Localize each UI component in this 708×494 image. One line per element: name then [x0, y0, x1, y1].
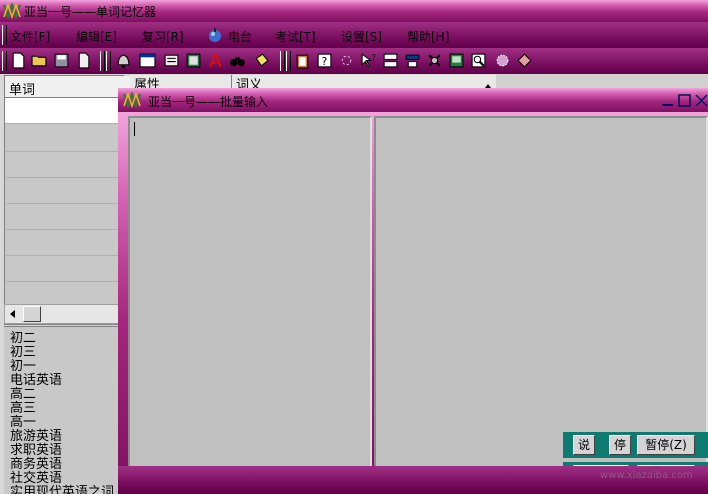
toolbar-grip-3 — [106, 51, 111, 71]
batch-output-pane[interactable] — [374, 116, 708, 468]
radio-icon — [207, 27, 223, 43]
wand-icon[interactable] — [337, 51, 356, 70]
monitor-icon[interactable] — [447, 51, 466, 70]
table-row[interactable] — [6, 126, 122, 152]
menu-radio[interactable]: 电台 — [228, 28, 252, 45]
list-item[interactable]: 求职英语 — [10, 444, 62, 458]
batch-input-dialog: 亚当一号——批量输入 说 停 暂停(Z) 输入 保存 — [118, 88, 708, 494]
watermark: www.xiazaiba.com — [600, 470, 693, 481]
scroll-left-arrow-icon[interactable] — [7, 308, 19, 320]
svg-text:?: ? — [322, 55, 328, 68]
speak-button[interactable]: 说 — [573, 435, 595, 455]
close-icon[interactable] — [695, 94, 708, 107]
scroll-thumb[interactable] — [23, 306, 41, 322]
category-list: 初二 初三 初一 电话英语 高二 高三 高一 旅游英语 求职英语 商务英语 社交… — [4, 326, 124, 494]
table-row[interactable] — [6, 178, 122, 204]
book-icon[interactable] — [515, 51, 534, 70]
edit-icon[interactable] — [184, 51, 203, 70]
menu-help[interactable]: 帮助[H] — [407, 28, 449, 45]
gear-icon[interactable] — [493, 51, 512, 70]
list-item[interactable]: 实用现代英语之词 — [10, 486, 114, 494]
table-row[interactable] — [6, 152, 122, 178]
table-row[interactable] — [6, 256, 122, 282]
binoculars-icon[interactable] — [228, 51, 247, 70]
dialog-title: 亚当一号——批量输入 — [148, 95, 269, 109]
save-icon[interactable] — [52, 51, 71, 70]
button-group-playback: 说 停 暂停(Z) — [563, 432, 708, 458]
app-title: 亚当一号——单词记忆器 — [24, 5, 157, 19]
column-header-attribute[interactable]: 属性 — [130, 75, 232, 89]
column-header-meaning[interactable]: 词义 — [232, 75, 496, 89]
font-a-icon[interactable] — [206, 51, 225, 70]
blank-page-icon[interactable] — [74, 51, 93, 70]
svg-text:?: ? — [372, 54, 377, 64]
list-item[interactable]: 初二 — [10, 332, 36, 346]
list-item[interactable]: 高二 — [10, 388, 36, 402]
column-header-word[interactable]: 单词 — [5, 76, 131, 98]
help-icon[interactable]: ? — [315, 51, 334, 70]
list-item[interactable]: 商务英语 — [10, 458, 62, 472]
list-item[interactable]: 初一 — [10, 360, 36, 374]
open-folder-icon[interactable] — [30, 51, 49, 70]
list-item[interactable]: 旅游英语 — [10, 430, 62, 444]
maximize-icon[interactable] — [678, 94, 691, 107]
tools-icon[interactable] — [403, 51, 422, 70]
list-icon[interactable] — [381, 51, 400, 70]
title-bar: 亚当一号——单词记忆器 — [0, 0, 708, 22]
bell-icon[interactable] — [114, 51, 133, 70]
menu-bar: 文件[F] 编辑[E] 复习[R] 电台 考试[T] 设置[S] 帮助[H] — [0, 22, 708, 48]
pause-button[interactable]: 暂停(Z) — [637, 435, 695, 455]
new-file-icon[interactable] — [9, 51, 28, 70]
pointer-help-icon[interactable]: ? — [359, 51, 378, 70]
paste-icon[interactable] — [293, 51, 312, 70]
list-item[interactable]: 高一 — [10, 416, 36, 430]
dialog-title-bar[interactable]: 亚当一号——批量输入 — [118, 88, 708, 112]
right-panel-strip — [496, 75, 708, 89]
minimize-icon[interactable] — [661, 94, 674, 107]
toolbar-grip — [2, 51, 7, 71]
menu-edit[interactable]: 编辑[E] — [76, 28, 117, 45]
list-item[interactable]: 初三 — [10, 346, 36, 360]
menu-review[interactable]: 复习[R] — [142, 28, 184, 45]
scroll-up-arrow-icon[interactable] — [484, 79, 492, 88]
toolbar: ? ? — [0, 48, 708, 74]
stop-button[interactable]: 停 — [609, 435, 631, 455]
menu-grip — [2, 25, 7, 45]
batch-input-textarea[interactable] — [128, 116, 372, 468]
text-caret — [134, 122, 135, 136]
toolbar-grip-4 — [280, 51, 285, 71]
word-row-selected[interactable] — [5, 98, 123, 124]
table-row[interactable] — [6, 230, 122, 256]
table-row[interactable] — [6, 204, 122, 230]
window-icon[interactable] — [138, 51, 157, 70]
horizontal-scrollbar[interactable] — [4, 304, 124, 324]
settings-icon[interactable] — [425, 51, 444, 70]
menu-settings[interactable]: 设置[S] — [341, 28, 382, 45]
word-table: 单词 — [4, 75, 131, 325]
preview-icon[interactable] — [469, 51, 488, 70]
bucket-icon[interactable] — [252, 51, 271, 70]
toolbar-grip-5 — [286, 51, 291, 71]
menu-exam[interactable]: 考试[T] — [275, 28, 316, 45]
dialog-logo-icon — [123, 90, 141, 110]
list-item[interactable]: 社交英语 — [10, 472, 62, 486]
list-item[interactable]: 电话英语 — [10, 374, 62, 388]
toolbar-grip-2 — [100, 51, 105, 71]
dialog-body: 说 停 暂停(Z) 输入 保存 — [118, 112, 708, 494]
memory-icon[interactable] — [162, 51, 181, 70]
menu-file[interactable]: 文件[F] — [10, 28, 50, 45]
app-logo-icon — [3, 1, 21, 21]
list-item[interactable]: 高三 — [10, 402, 36, 416]
